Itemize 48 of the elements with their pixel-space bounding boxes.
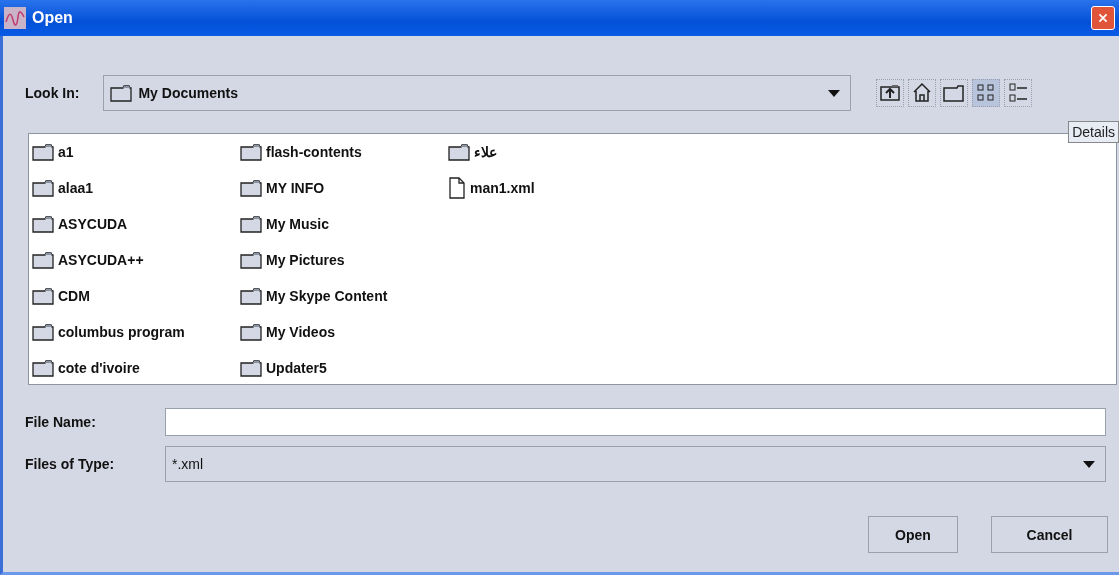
file-name-field[interactable]	[165, 408, 1106, 436]
folder-icon	[448, 143, 470, 161]
folder-icon	[32, 323, 54, 341]
dialog-button[interactable]: Open	[868, 516, 958, 553]
folder-icon	[32, 215, 54, 233]
folder-icon	[240, 251, 262, 269]
folder-icon	[32, 287, 54, 305]
file-name[interactable]: My Music	[266, 216, 329, 232]
folder-icon	[240, 359, 262, 377]
file-name[interactable]: flash-contents	[266, 144, 362, 160]
file-name-label: File Name:	[25, 414, 97, 430]
dropdown-arrow-icon	[828, 89, 841, 97]
folder-icon	[240, 287, 262, 305]
file-name[interactable]: My Skype Content	[266, 288, 388, 304]
file-name[interactable]: columbus program	[58, 324, 185, 340]
file-type-dropdown[interactable]: *.xml	[165, 446, 1106, 482]
folder-icon	[32, 179, 54, 197]
file-name[interactable]: ASYCUDA	[58, 216, 128, 232]
folder-icon	[240, 323, 262, 341]
file-name[interactable]: ASYCUDA++	[58, 252, 144, 268]
look-in-dropdown[interactable]: My Documents	[103, 75, 852, 111]
dialog-button[interactable]: Cancel	[991, 516, 1108, 553]
window-title: Open	[32, 9, 74, 27]
folder-icon	[110, 84, 133, 102]
folder-icon	[240, 215, 262, 233]
file-name[interactable]: My Pictures	[266, 252, 345, 268]
file-name[interactable]: My Videos	[266, 324, 335, 340]
folder-icon	[240, 179, 262, 197]
folder-icon	[32, 143, 54, 161]
app-icon	[4, 7, 26, 29]
file-icon	[448, 177, 466, 199]
file-name[interactable]: cote d'ivoire	[58, 360, 140, 376]
file-name[interactable]: MY INFO	[266, 180, 325, 196]
file-name[interactable]: man1.xml	[470, 180, 535, 196]
folder-icon	[32, 251, 54, 269]
file-name[interactable]: CDM	[58, 288, 90, 304]
file-name[interactable]: Updater5	[266, 360, 327, 376]
folder-icon	[32, 359, 54, 377]
close-icon	[1098, 11, 1108, 25]
tooltip: Details	[1068, 121, 1119, 143]
folder-icon	[240, 143, 262, 161]
file-name[interactable]: علاء	[474, 144, 497, 160]
look-in-label: Look In:	[25, 85, 80, 101]
file-type-label: Files of Type:	[25, 456, 116, 472]
dropdown-arrow-icon	[1083, 460, 1095, 468]
close-button[interactable]	[1091, 6, 1115, 30]
file-name[interactable]: a1	[58, 144, 74, 160]
file-name[interactable]: alaa1	[58, 180, 94, 196]
